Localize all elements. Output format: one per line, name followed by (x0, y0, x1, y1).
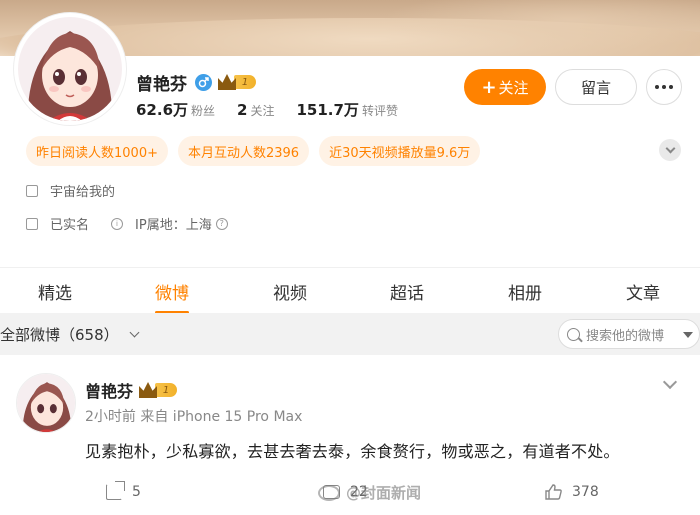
chevron-down-icon[interactable] (659, 139, 681, 161)
help-icon[interactable]: ? (215, 217, 228, 230)
all-weibo-filter[interactable]: 全部微博（658） (0, 313, 140, 355)
dropdown-arrow-icon[interactable] (683, 332, 693, 338)
post-menu-chevron-icon[interactable] (662, 374, 678, 390)
repost-icon (106, 481, 125, 500)
tag-read-count[interactable]: 昨日阅读人数1000+ (26, 136, 168, 166)
interactions-count: 151.7万 (296, 101, 359, 119)
more-dots-icon[interactable] (646, 69, 682, 105)
chevron-down-icon (129, 327, 140, 337)
weibo-profile-page: 曾艳芬 1 62.6万 粉丝 2 关注 151.7万 转评赞 + 关注 留言 昨日… (0, 0, 700, 515)
following-label[interactable]: 关注 (250, 102, 274, 119)
post-meta[interactable]: 2小时前 来自 iPhone 15 Pro Max (85, 406, 302, 426)
ip-icon: i (111, 217, 124, 230)
profile-stats: 62.6万 粉丝 2 关注 151.7万 转评赞 (136, 99, 420, 120)
repost-button[interactable]: 5 (106, 478, 141, 506)
profile-name[interactable]: 曾艳芬 (136, 70, 187, 95)
vip-crown-icon[interactable]: 1 (139, 382, 178, 398)
message-button[interactable]: 留言 (555, 69, 637, 105)
following-count[interactable]: 2 (237, 101, 247, 119)
male-icon (195, 73, 212, 91)
post-text: 见素抱朴，少私寡欲，去甚去奢去泰，余食赘行，物或恶之，有道者不处。 (85, 442, 620, 461)
verified-id-icon (26, 217, 38, 230)
ip-location: IP属地：上海 (135, 218, 212, 233)
fans-label[interactable]: 粉丝 (191, 102, 215, 119)
tag-video-views[interactable]: 近30天视频播放量9.6万 (319, 136, 481, 166)
tab-article[interactable]: 文章 (608, 268, 678, 314)
filter-bar: 全部微博（658） 搜索他的微博 (0, 313, 700, 355)
vip-crown-icon[interactable]: 1 (218, 74, 256, 90)
follow-button[interactable]: + 关注 (464, 69, 546, 105)
bio-row: 宇宙给我的 (26, 181, 115, 200)
tag-interaction-count[interactable]: 本月互动人数2396 (177, 136, 310, 166)
post-avatar[interactable] (16, 373, 76, 433)
search-input[interactable]: 搜索他的微博 (558, 319, 700, 349)
post-author[interactable]: 曾艳芬 (85, 378, 133, 402)
bio-icon (26, 184, 38, 197)
achievement-tags: 昨日阅读人数1000+ 本月互动人数2396 近30天视频播放量9.6万 (26, 136, 481, 166)
post-author-row: 曾艳芬 1 (85, 378, 178, 402)
like-button[interactable]: 378 (545, 478, 599, 506)
verified-text: 已实名 (50, 218, 90, 233)
tab-video[interactable]: 视频 (255, 268, 325, 314)
profile-name-row: 曾艳芬 1 (136, 70, 256, 95)
tab-featured[interactable]: 精选 (20, 268, 90, 314)
like-icon (545, 484, 562, 500)
weibo-logo-icon (318, 484, 340, 501)
avatar[interactable] (14, 13, 126, 125)
interactions-label: 转评赞 (361, 104, 398, 118)
tab-weibo[interactable]: 微博 (137, 268, 207, 314)
tab-album[interactable]: 相册 (490, 268, 560, 314)
watermark: @封面新闻 (318, 482, 421, 503)
info-row: 已实名 i IP属地：上海 ? (26, 214, 228, 233)
fans-count[interactable]: 62.6万 (136, 99, 188, 120)
profile-tabs: 精选 微博 视频 超话 相册 文章 (0, 267, 700, 314)
tab-super-topic[interactable]: 超话 (372, 268, 442, 314)
bio-text: 宇宙给我的 (50, 185, 116, 200)
search-icon (567, 327, 580, 341)
